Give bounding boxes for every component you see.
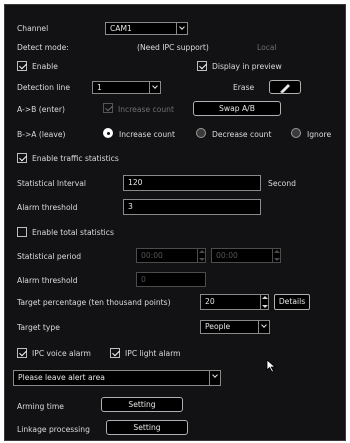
ipc-voice-alarm-label: IPC voice alarm <box>32 349 91 358</box>
display-in-preview-checkbox[interactable] <box>197 61 207 71</box>
traffic-statistics-label: Enable traffic statistics <box>32 154 119 163</box>
target-percentage-input[interactable]: 20 <box>200 294 269 310</box>
a-to-b-label: A->B (enter) <box>17 105 65 114</box>
target-percentage-value: 20 <box>205 297 215 306</box>
swap-ab-button[interactable]: Swap A/B <box>193 101 281 116</box>
chevron-down-icon <box>149 82 160 93</box>
b-to-a-ignore-label: Ignore <box>307 130 332 139</box>
detection-line-select[interactable]: 1 <box>92 81 161 94</box>
period-start-spinner[interactable] <box>197 249 205 262</box>
chevron-down-icon <box>209 371 220 385</box>
b-to-a-decrease-label: Decrease count <box>212 130 272 139</box>
linkage-processing-label: Linkage processing <box>17 425 90 434</box>
details-button[interactable]: Details <box>274 294 310 310</box>
statistical-period-label: Statistical period <box>17 252 82 261</box>
chevron-down-icon <box>176 23 187 34</box>
arming-time-setting-button[interactable]: Setting <box>101 397 183 412</box>
b-to-a-increase-radio[interactable] <box>103 128 113 138</box>
traffic-statistics-checkbox[interactable] <box>17 153 27 163</box>
mouse-pointer-icon <box>266 359 277 373</box>
erase-label: Erase <box>233 83 255 92</box>
erase-button[interactable] <box>269 80 301 94</box>
target-type-label: Target type <box>17 323 60 332</box>
statistical-interval-unit: Second <box>268 179 296 188</box>
ipc-voice-alarm-checkbox[interactable] <box>17 348 27 358</box>
smart-alarm-settings-panel: Channel CAM1 Detect mode: (Need IPC supp… <box>4 4 346 441</box>
period-end-time-input[interactable]: 00:00 <box>211 248 281 263</box>
enable-checkbox[interactable] <box>17 61 27 71</box>
b-to-a-decrease-radio[interactable] <box>196 128 206 138</box>
period-end-spinner[interactable] <box>272 249 280 262</box>
channel-value: CAM1 <box>110 24 132 33</box>
enable-label: Enable <box>32 62 58 71</box>
ipc-light-alarm-label: IPC light alarm <box>125 349 181 358</box>
detection-line-value: 1 <box>97 83 102 92</box>
detect-mode-value: (Need IPC support) <box>137 43 209 52</box>
detect-mode-local: Local <box>257 43 277 52</box>
total-statistics-checkbox[interactable] <box>17 227 27 237</box>
alarm-threshold-input[interactable]: 3 <box>123 199 261 215</box>
b-to-a-increase-label: Increase count <box>119 130 175 139</box>
b-to-a-ignore-radio[interactable] <box>291 128 301 138</box>
a-to-b-increase-checkbox[interactable] <box>103 103 113 113</box>
pencil-eraser-icon <box>280 84 290 93</box>
total-alarm-threshold-label: Alarm threshold <box>17 276 78 285</box>
arming-time-label: Arming time <box>17 402 64 411</box>
channel-select[interactable]: CAM1 <box>105 22 188 35</box>
linkage-processing-setting-button[interactable]: Setting <box>106 420 188 435</box>
target-type-value: People <box>205 322 231 331</box>
target-type-select[interactable]: People <box>200 320 270 334</box>
total-alarm-threshold-input[interactable]: 0 <box>136 272 206 287</box>
channel-label: Channel <box>17 24 49 33</box>
alert-message-select[interactable]: Please leave alert area <box>13 370 221 386</box>
a-to-b-increase-label: Increase count <box>118 105 174 114</box>
statistical-interval-input[interactable]: 120 <box>123 175 261 191</box>
detect-mode-label: Detect mode: <box>17 43 69 52</box>
target-percentage-spinner[interactable] <box>260 295 268 309</box>
period-end-value: 00:00 <box>216 251 238 260</box>
total-statistics-label: Enable total statistics <box>32 228 114 237</box>
chevron-down-icon <box>258 321 269 333</box>
alarm-threshold-label: Alarm threshold <box>17 203 78 212</box>
display-in-preview-label: Display in preview <box>212 62 282 71</box>
period-start-time-input[interactable]: 00:00 <box>136 248 206 263</box>
b-to-a-label: B->A (leave) <box>17 130 66 139</box>
period-start-value: 00:00 <box>141 251 163 260</box>
target-percentage-label: Target percentage (ten thousand points) <box>17 298 171 307</box>
alert-message-value: Please leave alert area <box>18 373 105 382</box>
statistical-interval-label: Statistical Interval <box>17 179 87 188</box>
ipc-light-alarm-checkbox[interactable] <box>110 348 120 358</box>
detection-line-label: Detection line <box>17 83 71 92</box>
